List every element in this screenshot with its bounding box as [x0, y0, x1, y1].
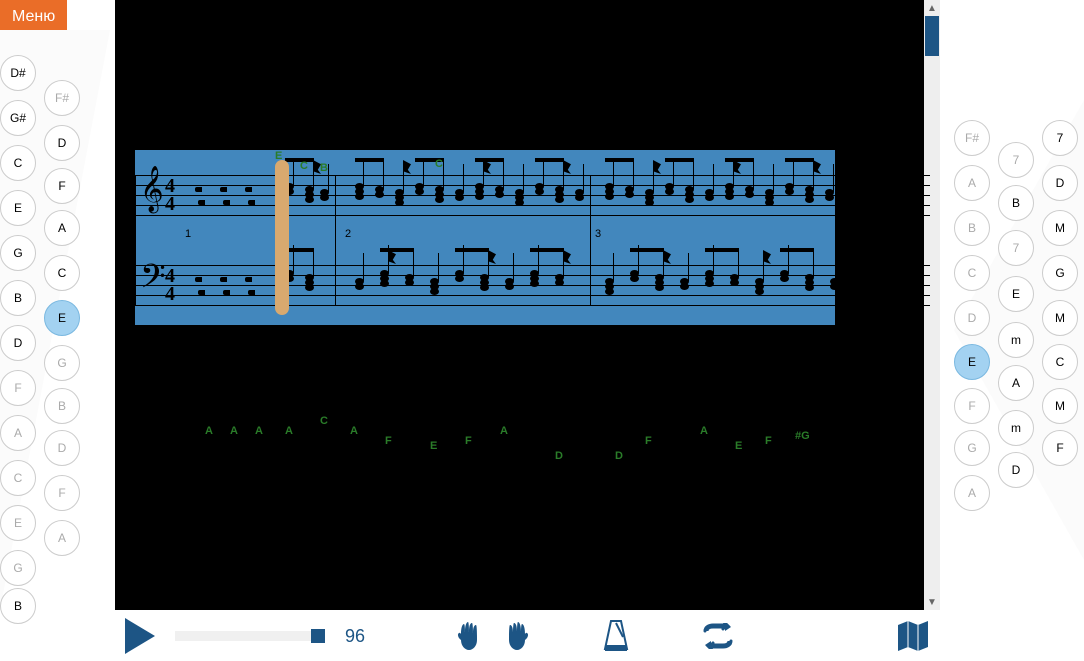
key-button[interactable]: F: [44, 475, 80, 511]
note-label: F: [465, 435, 472, 447]
key-button[interactable]: A: [44, 210, 80, 246]
note-label: #G: [795, 430, 810, 442]
chord-button[interactable]: D: [1042, 165, 1078, 201]
chord-button[interactable]: m: [998, 322, 1034, 358]
note-label: A: [285, 425, 293, 437]
chord-button[interactable]: 7: [1042, 120, 1078, 156]
key-button[interactable]: F: [44, 168, 80, 204]
chord-button[interactable]: A: [998, 365, 1034, 401]
key-button[interactable]: E: [0, 505, 36, 541]
chord-button[interactable]: 7: [998, 230, 1034, 266]
chord-button[interactable]: M: [1042, 388, 1078, 424]
chord-button[interactable]: F: [1042, 430, 1078, 466]
score-viewport: E C B C AAAACAFEFADDFAEF#G 𝄞𝄢4444 1 2 3 …: [115, 0, 940, 610]
chord-button[interactable]: A: [954, 165, 990, 201]
chord-button[interactable]: C: [1042, 344, 1078, 380]
chord-button[interactable]: B: [998, 185, 1034, 221]
scroll-down-arrow[interactable]: ▼: [924, 594, 940, 610]
playhead-cursor[interactable]: [275, 160, 289, 315]
note-label: F: [385, 435, 392, 447]
key-button[interactable]: E: [0, 190, 36, 226]
left-key-panel: D#G#CEGBDFACEGBF#DFACEGBDFA: [0, 30, 110, 610]
note-label: C: [435, 158, 443, 170]
menu-button[interactable]: Меню: [0, 0, 67, 34]
key-button[interactable]: D: [44, 125, 80, 161]
chord-button[interactable]: 7: [998, 142, 1034, 178]
key-button[interactable]: A: [0, 415, 36, 451]
key-button[interactable]: C: [0, 145, 36, 181]
chord-button[interactable]: G: [1042, 255, 1078, 291]
note-label: A: [205, 425, 213, 437]
chord-button[interactable]: B: [954, 210, 990, 246]
chord-button[interactable]: A: [954, 475, 990, 511]
right-hand-icon[interactable]: [503, 620, 531, 652]
chord-button[interactable]: m: [998, 410, 1034, 446]
key-button[interactable]: C: [44, 255, 80, 291]
chord-button[interactable]: G: [954, 430, 990, 466]
scrollbar-thumb[interactable]: [925, 16, 939, 56]
tempo-slider-thumb[interactable]: [311, 629, 325, 643]
chord-button[interactable]: E: [954, 344, 990, 380]
key-button[interactable]: E: [44, 300, 80, 336]
note-label: B: [320, 162, 328, 174]
tempo-slider[interactable]: [175, 631, 325, 641]
left-hand-icon[interactable]: [455, 620, 483, 652]
chord-button[interactable]: F#: [954, 120, 990, 156]
key-button[interactable]: B: [0, 280, 36, 316]
chord-button[interactable]: C: [954, 255, 990, 291]
key-button[interactable]: B: [0, 588, 36, 624]
key-button[interactable]: D#: [0, 55, 36, 91]
chord-button[interactable]: D: [954, 300, 990, 336]
key-button[interactable]: G#: [0, 100, 36, 136]
note-label: A: [230, 425, 238, 437]
map-icon[interactable]: [896, 621, 930, 651]
note-label: A: [255, 425, 263, 437]
chord-button[interactable]: M: [1042, 300, 1078, 336]
note-label: D: [615, 450, 623, 462]
key-button[interactable]: G: [44, 345, 80, 381]
play-button[interactable]: [125, 618, 155, 654]
note-label: F: [645, 435, 652, 447]
chord-button[interactable]: F: [954, 388, 990, 424]
note-label: A: [500, 425, 508, 437]
note-label: A: [350, 425, 358, 437]
playback-toolbar: 96: [115, 611, 940, 661]
note-label: F: [765, 435, 772, 447]
chord-button[interactable]: D: [998, 452, 1034, 488]
note-label: E: [735, 440, 742, 452]
scroll-up-arrow[interactable]: ▲: [924, 0, 940, 16]
measure-number: 3: [595, 228, 601, 240]
tempo-value: 96: [345, 626, 365, 647]
note-label: E: [430, 440, 437, 452]
measure-number: 2: [345, 228, 351, 240]
key-button[interactable]: A: [44, 520, 80, 556]
key-button[interactable]: G: [0, 550, 36, 586]
chord-button[interactable]: M: [1042, 210, 1078, 246]
loop-icon[interactable]: [701, 623, 735, 649]
chord-button[interactable]: E: [998, 276, 1034, 312]
note-label: C: [300, 160, 308, 172]
key-button[interactable]: B: [44, 388, 80, 424]
key-button[interactable]: D: [44, 430, 80, 466]
note-label: C: [320, 415, 328, 427]
key-button[interactable]: F#: [44, 80, 80, 116]
metronome-icon[interactable]: [601, 619, 631, 653]
grand-staff: 𝄞𝄢4444: [135, 175, 930, 310]
key-button[interactable]: C: [0, 460, 36, 496]
right-key-panel: F#ABCDEFGA7B7EmAmD7DMGMCMF: [954, 100, 1084, 560]
key-button[interactable]: D: [0, 325, 36, 361]
note-label: E: [275, 150, 282, 162]
note-label: A: [700, 425, 708, 437]
measure-number: 1: [185, 228, 191, 240]
key-button[interactable]: F: [0, 370, 36, 406]
key-button[interactable]: G: [0, 235, 36, 271]
note-label: D: [555, 450, 563, 462]
